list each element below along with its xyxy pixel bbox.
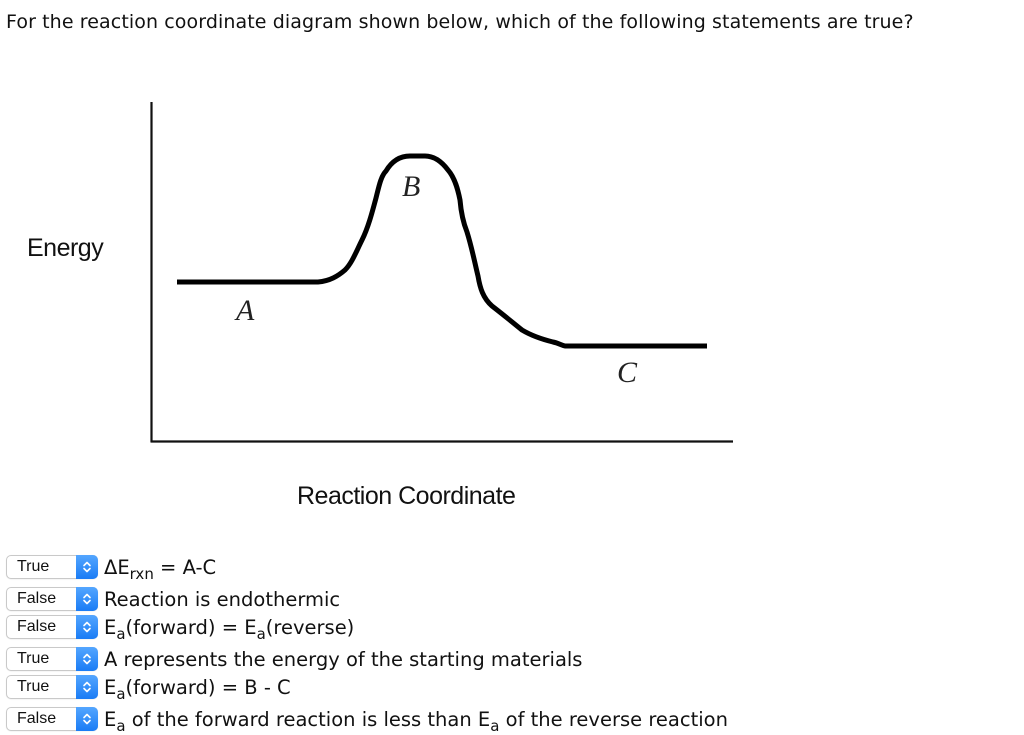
statement-row: False Reaction is endothermic	[6, 586, 340, 612]
statement-row: True A represents the energy of the start…	[6, 646, 582, 672]
subscript: a	[490, 716, 500, 735]
statement-text: Ea of the forward reaction is less than …	[104, 707, 728, 735]
statement-row: False Ea(forward) = Ea(reverse)	[6, 614, 355, 643]
select-updown-chevron-icon[interactable]	[76, 675, 98, 699]
true-false-select[interactable]: True	[6, 555, 98, 579]
label-point-b: B	[402, 170, 420, 203]
statement-row: True ΔErxn = A-C	[6, 554, 217, 583]
true-false-select[interactable]: True	[6, 647, 98, 671]
x-axis-label: Reaction Coordinate	[297, 482, 515, 510]
label-point-a: A	[234, 294, 255, 327]
select-value: True	[17, 650, 50, 667]
subscript: a	[116, 624, 126, 643]
select-value: True	[17, 678, 50, 695]
select-updown-chevron-icon[interactable]	[76, 615, 98, 639]
reaction-coordinate-diagram: A B C Energy Reaction Coordinate	[0, 0, 1024, 540]
statement-text: Ea(forward) = Ea(reverse)	[104, 615, 355, 643]
true-false-select[interactable]: False	[6, 587, 98, 611]
select-value: False	[17, 618, 57, 635]
statement-text: Ea(forward) = B - C	[104, 675, 291, 703]
subscript: a	[116, 716, 126, 735]
energy-curve	[177, 153, 707, 349]
select-updown-chevron-icon[interactable]	[76, 707, 98, 731]
subscript: a	[256, 624, 266, 643]
y-axis-label: Energy	[27, 234, 104, 262]
select-value: True	[17, 558, 50, 575]
select-updown-chevron-icon[interactable]	[76, 587, 98, 611]
select-updown-chevron-icon[interactable]	[76, 555, 98, 579]
diagram-svg: A B C Energy Reaction Coordinate	[27, 102, 733, 510]
select-updown-chevron-icon[interactable]	[76, 647, 98, 671]
label-point-c: C	[617, 356, 638, 389]
subscript: rxn	[129, 564, 154, 583]
subscript: a	[116, 684, 126, 703]
true-false-select[interactable]: False	[6, 615, 98, 639]
statement-row: True Ea(forward) = B - C	[6, 674, 291, 703]
statement-row: False Ea of the forward reaction is less …	[6, 706, 728, 735]
true-false-select[interactable]: False	[6, 707, 98, 731]
statement-text: Reaction is endothermic	[104, 587, 341, 611]
select-value: False	[17, 710, 57, 727]
statement-text: ΔErxn = A-C	[104, 555, 217, 583]
select-value: False	[17, 590, 57, 607]
true-false-select[interactable]: True	[6, 675, 98, 699]
statement-text: A represents the energy of the starting …	[104, 647, 583, 671]
